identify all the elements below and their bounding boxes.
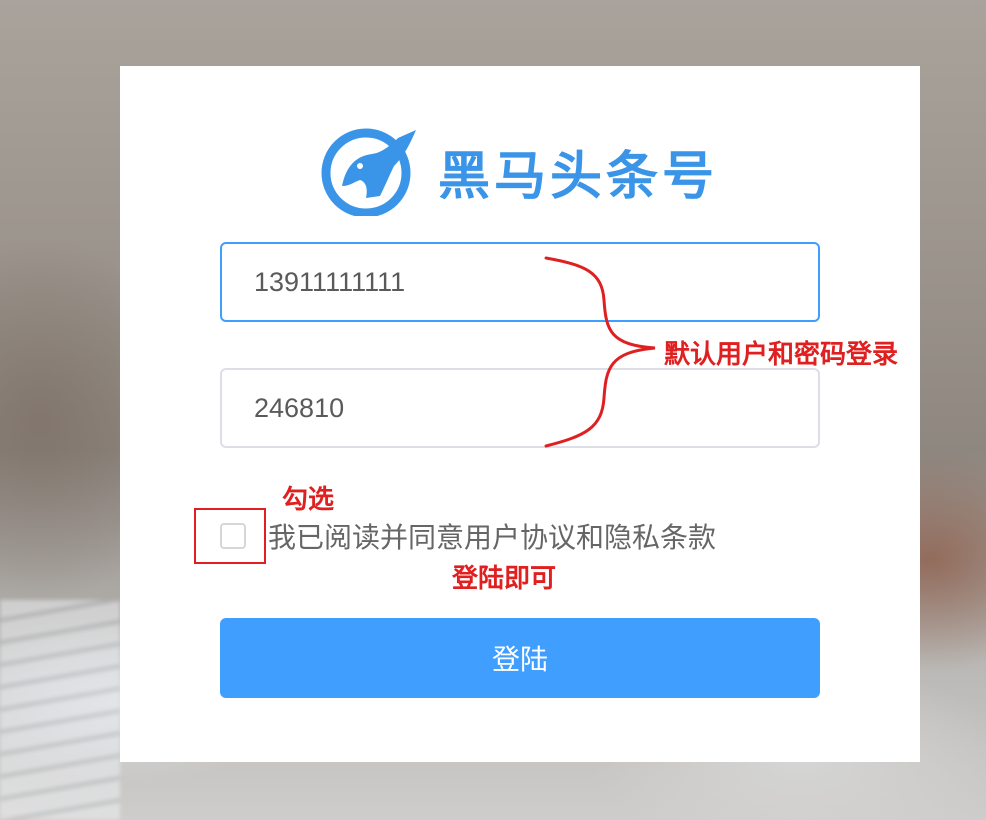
annotation-checkbox-highlight [194,508,266,564]
annotation-check-hint: 勾选 [282,485,335,515]
brand-logo: 黑马头条号 [320,126,720,218]
phone-input-value: 13911111111 [254,266,406,297]
password-input-value: 246810 [254,392,345,423]
background-keyboard-blur [0,600,120,820]
horse-logo-icon [320,126,420,218]
login-card: 黑马头条号 13911111111 246810 我已阅读并同意用户协议和隐私条… [120,66,920,762]
login-button[interactable]: 登陆 [220,618,820,698]
annotation-default-credentials: 默认用户和密码登录 [664,340,899,370]
agreement-row: 我已阅读并同意用户协议和隐私条款 [220,516,716,556]
password-input[interactable]: 246810 [220,368,820,448]
agreement-label[interactable]: 我已阅读并同意用户协议和隐私条款 [268,516,716,556]
brand-name: 黑马头条号 [438,146,719,207]
annotation-login-hint: 登陆即可 [452,564,557,594]
phone-input[interactable]: 13911111111 [220,242,820,322]
